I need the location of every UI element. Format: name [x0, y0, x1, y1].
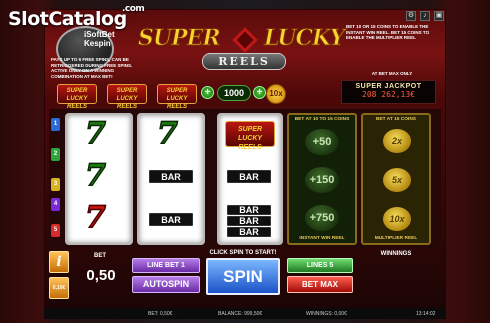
title-lucky: LUCKY — [263, 25, 345, 52]
seven-symbol: 7 — [84, 158, 106, 193]
prize-multiplier: 10x — [266, 84, 286, 104]
bar-symbol: BAR — [227, 227, 271, 237]
bar-symbol: BAR — [227, 170, 271, 183]
status-clock: 13:14:02 — [416, 311, 436, 317]
line-bet-button[interactable]: LINE BET 1 — [132, 258, 200, 273]
spin-hint: CLICK SPIN TO START! — [209, 250, 277, 256]
status-bet: BET: 0,50€ — [148, 311, 173, 317]
info-button[interactable]: i — [49, 251, 69, 273]
watermark: SlotCatalog .com — [8, 4, 145, 30]
jackpot-condition: AT BET MAX ONLY — [371, 71, 413, 76]
payline-1[interactable]: 1 — [51, 118, 60, 131]
reel-3: SUPER LUCKY REELS BAR BAR BAR BAR — [217, 113, 283, 245]
payline-indicators: 1 2 3 4 5 — [49, 114, 63, 246]
prize-logo-3: SUPER LUCKY REELS — [157, 84, 197, 110]
payline-2[interactable]: 2 — [51, 148, 60, 161]
payline-3[interactable]: 3 — [51, 178, 60, 191]
spin-button[interactable]: SPIN — [206, 258, 280, 295]
multiplier-10x: 10x — [383, 207, 411, 231]
coin-value-button[interactable]: 0,10€ — [49, 277, 69, 299]
prize-amount: 1000 — [217, 85, 251, 101]
winnings-label: WINNINGS — [380, 251, 412, 257]
title-super: SUPER — [138, 25, 222, 52]
bet-label: BET — [94, 253, 106, 259]
instant-reel-header: BET AT 10 TO 15 COINS — [294, 117, 350, 122]
instant-win-reel: BET AT 10 TO 15 COINS +50 +150 +750 INST… — [287, 113, 357, 245]
watermark-suffix: .com — [122, 4, 145, 14]
jackpot-panel: SUPER JACKPOT 208 262,13€ — [341, 80, 436, 104]
multiplier-2x: 2x — [383, 129, 411, 153]
settings-icon[interactable]: ⚙ — [406, 11, 416, 21]
provider-logo-text: iSoftBet Kespin — [84, 30, 115, 48]
payline-5[interactable]: 5 — [51, 224, 60, 237]
multiplier-reel-header: BET AT 15 COINS — [376, 117, 416, 122]
instant-win-50: +50 — [305, 129, 339, 155]
bet-max-button[interactable]: BET MAX — [287, 276, 353, 293]
multiplier-5x: 5x — [383, 168, 411, 192]
plus-icon: + — [201, 86, 214, 99]
bar-symbol: BAR — [149, 213, 193, 226]
prize-logo-2: SUPER LUCKY REELS — [107, 84, 147, 110]
status-bar: BET: 0,50€ BALANCE: 999,50€ WINNINGS: 0,… — [44, 308, 446, 319]
watermark-brand: SlotCatalog — [8, 8, 127, 30]
seven-symbol: 7 — [84, 200, 106, 235]
title-reels: REELS — [202, 53, 286, 70]
plus-icon: + — [253, 86, 266, 99]
multiplier-reel-footer: MULTIPLIER REEL — [374, 236, 418, 241]
wild-logo-symbol: SUPER LUCKY REELS — [225, 121, 275, 151]
autospin-button[interactable]: AUTOSPIN — [132, 276, 200, 293]
jackpot-title: SUPER JACKPOT — [355, 83, 422, 90]
free-spins-info: PAYS UP TO 6 FREE SPINS, CAN BE RETRIGGE… — [51, 57, 133, 79]
instant-reel-footer: INSTANT WIN REEL — [299, 236, 345, 241]
bar-symbol: BAR — [227, 205, 271, 215]
fullscreen-icon[interactable]: ▣ — [434, 11, 444, 21]
bar-symbol: BAR — [149, 170, 193, 183]
jackpot-value: 208 262,13€ — [362, 90, 415, 99]
lines-button[interactable]: LINES 5 — [287, 258, 353, 273]
sound-icon[interactable]: ♪ — [420, 11, 430, 21]
seven-symbol: 7 — [84, 116, 106, 151]
reel-1: 7 7 7 — [65, 113, 133, 245]
prize-logo-1: SUPER LUCKY REELS — [57, 84, 97, 110]
status-balance: BALANCE: 999,50€ — [218, 311, 263, 317]
instant-win-150: +150 — [305, 167, 339, 193]
multiplier-reel: BET AT 15 COINS 2x 5x 10x MULTIPLIER REE… — [361, 113, 431, 245]
status-winnings: WINNINGS: 0,00€ — [306, 311, 347, 317]
reel-2: 7 BAR BAR — [137, 113, 205, 245]
bar-symbol: BAR — [227, 216, 271, 226]
reel-enable-info: BET 10 OR 15 COINS TO ENABLE THE INSTANT… — [346, 24, 430, 40]
instant-win-750: +750 — [305, 205, 339, 231]
seven-symbol: 7 — [156, 116, 178, 151]
bet-value: 0,50 — [86, 267, 116, 284]
payline-4[interactable]: 4 — [51, 198, 60, 211]
